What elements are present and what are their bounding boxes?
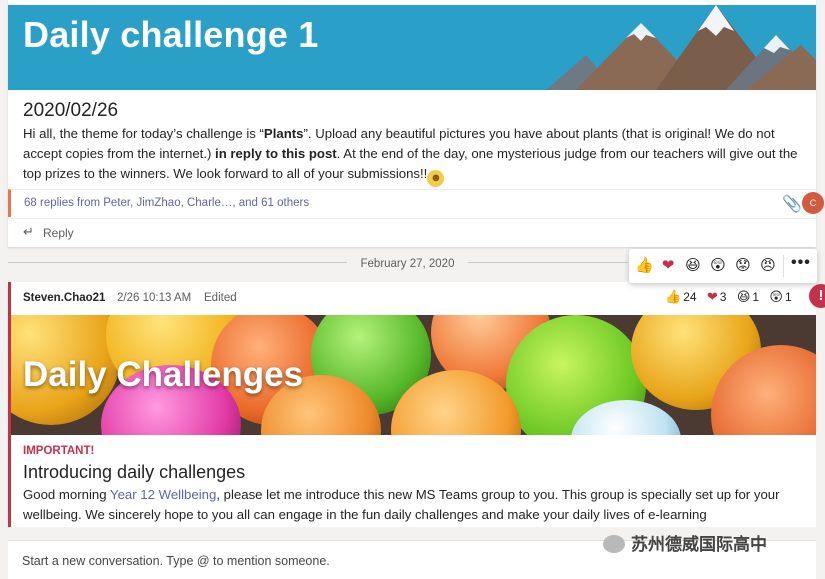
post-daily-challenges-intro: Steven.Chao21 2/26 10:13 AM Edited 👍 24 ❤… <box>8 282 816 527</box>
like-icon[interactable]: 👍 <box>635 257 654 275</box>
channel-mention-link[interactable]: Year 12 Wellbeing <box>110 487 216 502</box>
more-options-button[interactable]: ••• <box>791 254 811 272</box>
post-author[interactable]: Steven.Chao21 <box>23 292 105 304</box>
edited-label: Edited <box>204 292 237 304</box>
new-conversation-placeholder[interactable]: Start a new conversation. Type @ to ment… <box>22 554 330 568</box>
replies-summary-row[interactable]: 68 replies from Peter, JimZhao, Charle…,… <box>8 189 824 217</box>
smile-emoji-icon: ☻ <box>427 170 445 187</box>
body-text-1: Hi all, the theme for today’s challenge … <box>23 126 264 141</box>
laugh-count: 1 <box>752 290 760 304</box>
heart-icon[interactable]: ❤ <box>707 289 718 304</box>
post-date-heading: 2020/02/26 <box>23 100 119 121</box>
post-timestamp: 2/26 10:13 AM <box>117 292 192 304</box>
surprised-icon[interactable]: 😲 <box>769 289 783 304</box>
reply-button[interactable]: Reply <box>43 226 74 240</box>
reply-row[interactable]: ↵ Reply <box>8 218 816 248</box>
post-banner-image: Daily challenge 1 <box>8 5 816 90</box>
reaction-picker-bar: 👍 ❤ 😆 😲 😟 😠 ••• <box>629 249 817 283</box>
laugh-icon[interactable]: 😆 <box>684 257 702 275</box>
body-bold-reply: in reply to this post <box>215 146 337 161</box>
post-body: Hi all, the theme for today’s challenge … <box>23 124 808 187</box>
surprised-icon[interactable]: 😲 <box>709 257 727 275</box>
post-subject: Introducing daily challenges <box>23 462 246 482</box>
laugh-icon[interactable]: 😆 <box>737 289 751 304</box>
post-banner-image: Daily Challenges <box>11 315 816 435</box>
important-label: IMPORTANT! <box>23 445 95 457</box>
paperclip-icon: 📎 <box>782 196 802 213</box>
post-daily-challenge-1: Daily challenge 1 2020/02/26 Hi all, the… <box>8 0 824 248</box>
wechat-icon <box>603 535 625 553</box>
angry-icon[interactable]: 😠 <box>759 257 777 275</box>
sad-icon[interactable]: 😟 <box>734 257 752 275</box>
post-body: Good morning Year 12 Wellbeing, please l… <box>23 485 808 525</box>
banner-title: Daily Challenges <box>23 355 304 394</box>
reply-arrow-icon: ↵ <box>23 224 34 239</box>
intro-text-1: Good morning <box>23 487 110 502</box>
banner-title: Daily challenge 1 <box>23 14 319 55</box>
date-divider-label: February 27, 2020 <box>346 258 469 270</box>
reaction-summary[interactable]: 👍 24 ❤ 3 😆 1 😲 1 <box>665 289 799 305</box>
watermark-text: 苏州德威国际高中 <box>631 535 767 554</box>
heart-count: 3 <box>719 290 727 304</box>
like-count: 24 <box>683 290 697 304</box>
mountains-illustration <box>546 5 816 90</box>
avatar[interactable]: C <box>802 192 824 214</box>
reaction-bar-separator <box>783 255 784 277</box>
body-bold-plants: Plants <box>263 126 304 141</box>
replies-summary-link[interactable]: 68 replies from Peter, JimZhao, Charle…,… <box>24 197 309 209</box>
heart-icon[interactable]: ❤ <box>659 257 677 275</box>
like-icon[interactable]: 👍 <box>665 289 681 304</box>
wechat-watermark: 苏州德威国际高中 <box>603 530 767 556</box>
surprised-count: 1 <box>784 290 792 304</box>
